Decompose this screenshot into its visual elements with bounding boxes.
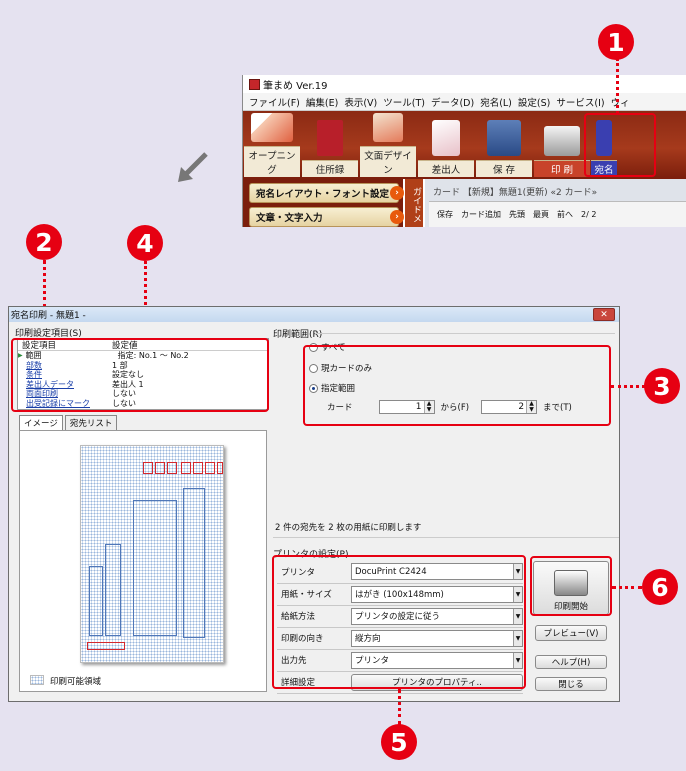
text-input-button[interactable]: 文章・文字入力 › — [249, 207, 404, 227]
toolbar-design-button[interactable]: 文面デザイン — [359, 113, 417, 179]
printer-icon — [544, 126, 580, 156]
callout-4-highlight — [11, 338, 269, 412]
card-last-tool[interactable]: 最頁 — [533, 209, 549, 220]
close-icon[interactable]: ✕ — [593, 308, 615, 321]
sender-address-box — [105, 544, 121, 636]
card-design-icon — [373, 113, 403, 142]
tab-image[interactable]: イメージ — [19, 415, 63, 431]
card-panel: カード 【新規】無題1(更新) «2 カード» 保存 カード追加 先頭 最頁 前… — [425, 179, 686, 227]
side-panel: 宛名レイアウト・フォント設定 › 文章・文字入力 › — [243, 179, 404, 227]
menu-file[interactable]: ファイル(F) — [249, 95, 300, 109]
callout-6-badge: 6 — [642, 569, 678, 605]
card-save-tool[interactable]: 保存 — [437, 209, 453, 220]
toolbar-label: オープニング — [244, 146, 300, 177]
callout-5-badge: 5 — [381, 724, 417, 760]
menu-address[interactable]: 宛名(L) — [480, 95, 512, 109]
callout-1-highlight — [584, 113, 656, 177]
callout-5-highlight — [272, 555, 526, 689]
address-box — [183, 488, 205, 638]
dialog-title-bar: 宛名印刷 - 無題1 - ✕ — [9, 307, 619, 322]
callout-3-highlight — [303, 345, 611, 426]
callout-2-badge: 2 — [26, 224, 62, 260]
callout-3-badge: 3 — [644, 368, 680, 404]
toolbar-label: 差出人 — [418, 160, 474, 177]
print-summary: 2 件の宛先を 2 枚の用紙に印刷します — [275, 523, 422, 533]
app-icon — [249, 78, 260, 90]
toolbar-sender-button[interactable]: 差出人 — [417, 113, 475, 179]
toolbar-label: 文面デザイン — [360, 146, 416, 177]
layout-font-button[interactable]: 宛名レイアウト・フォント設定 › — [249, 183, 404, 203]
sender-name-box — [89, 566, 103, 636]
card-add-tool[interactable]: カード追加 — [461, 209, 501, 220]
postcard-preview — [80, 445, 224, 663]
toolbar-address-book-button[interactable]: 住所録 — [301, 113, 359, 179]
menu-settings[interactable]: 設定(S) — [518, 95, 550, 109]
toolbar-opening-button[interactable]: オープニング — [243, 113, 301, 179]
dialog-title: 宛名印刷 - 無題1 - — [11, 311, 86, 321]
menu-edit[interactable]: 編集(E) — [306, 95, 338, 109]
menu-bar: ファイル(F) 編集(E) 表示(V) ツール(T) データ(D) 宛名(L) … — [243, 93, 686, 111]
card-first-tool[interactable]: 先頭 — [509, 209, 525, 220]
chevron-right-icon: › — [390, 186, 404, 200]
card-tab-title: カード 【新規】無題1(更新) «2 カード» — [433, 188, 598, 198]
callout-6-highlight — [530, 556, 612, 616]
floppy-icon — [487, 120, 521, 156]
toolbar-label: 住所録 — [302, 160, 358, 177]
print-preview: 印刷可能領域 — [19, 430, 267, 692]
toolbar-save-button[interactable]: 保 存 — [475, 113, 533, 179]
menu-view[interactable]: 表示(V) — [344, 95, 377, 109]
sender-icon — [432, 120, 460, 156]
callout-1-badge: 1 — [598, 24, 634, 60]
arrow-icon — [178, 152, 208, 182]
callout-4-badge: 4 — [127, 225, 163, 261]
toolbar-label: 印 刷 — [534, 160, 590, 177]
preview-button[interactable]: プレビュー(V) — [535, 625, 607, 641]
layout-font-label: 宛名レイアウト・フォント設定 — [256, 189, 390, 200]
window-title: 筆まめ Ver.19 — [243, 75, 686, 93]
printable-area-legend: 印刷可能領域 — [50, 677, 102, 687]
close-button[interactable]: 閉じる — [535, 677, 607, 691]
card-prev-tool[interactable]: 前へ — [557, 209, 573, 220]
chevron-right-icon: › — [390, 210, 404, 224]
menu-service[interactable]: サービス(I) — [556, 95, 604, 109]
guide-tab[interactable]: ガイドメ — [405, 179, 423, 227]
opening-icon — [251, 113, 293, 142]
text-input-label: 文章・文字入力 — [256, 213, 323, 224]
menu-tool[interactable]: ツール(T) — [383, 95, 425, 109]
menu-data[interactable]: データ(D) — [431, 95, 474, 109]
toolbar-label: 保 存 — [476, 160, 532, 177]
printable-area-swatch — [30, 675, 44, 685]
app-title: 筆まめ Ver.19 — [263, 80, 328, 92]
address-book-icon — [317, 120, 343, 156]
help-button[interactable]: ヘルプ(H) — [535, 655, 607, 669]
card-pager: 2/ 2 — [581, 210, 597, 219]
toolbar-print-button[interactable]: 印 刷 — [533, 113, 591, 179]
menu-window[interactable]: ウィ — [611, 95, 630, 109]
tab-address-list[interactable]: 宛先リスト — [64, 415, 118, 431]
name-box — [133, 500, 177, 636]
